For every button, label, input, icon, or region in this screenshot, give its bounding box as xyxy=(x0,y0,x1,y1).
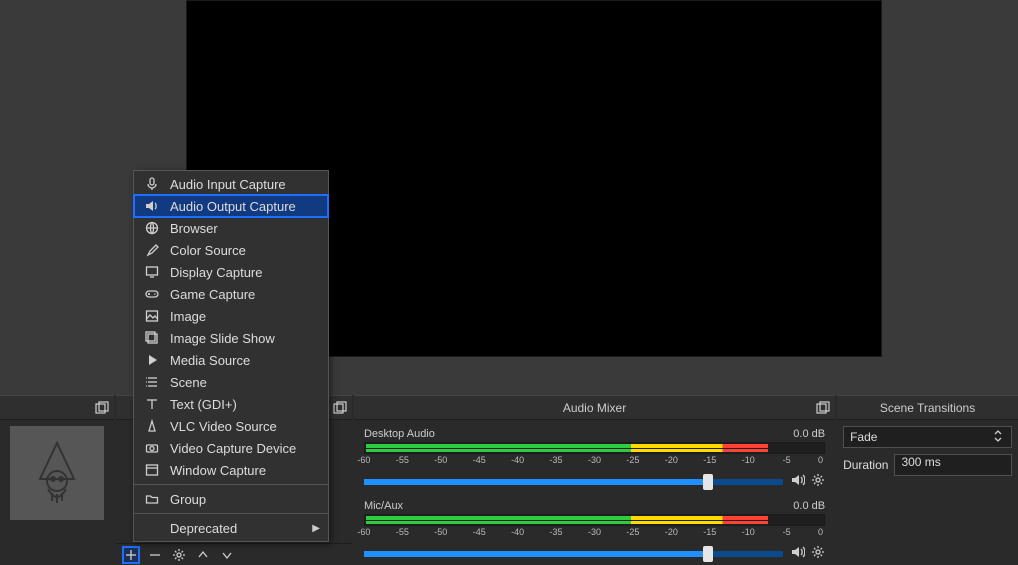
source-settings-button[interactable] xyxy=(170,546,188,564)
globe-icon xyxy=(144,221,160,235)
level-meter xyxy=(364,514,825,526)
move-up-button[interactable] xyxy=(194,546,212,564)
add-source-menu: Audio Input Capture Audio Output Capture… xyxy=(133,170,329,542)
text-icon xyxy=(144,397,160,411)
gear-icon[interactable] xyxy=(811,473,825,490)
channel-name: Desktop Audio xyxy=(364,428,435,440)
list-icon xyxy=(144,375,160,389)
camera-icon xyxy=(144,441,160,455)
menu-item-game-capture[interactable]: Game Capture xyxy=(134,283,328,305)
menu-item-label: Scene xyxy=(170,375,207,390)
menu-item-label: Color Source xyxy=(170,243,246,258)
menu-item-browser[interactable]: Browser xyxy=(134,217,328,239)
menu-item-image-slideshow[interactable]: Image Slide Show xyxy=(134,327,328,349)
popout-icon[interactable] xyxy=(815,400,831,416)
menu-item-label: Window Capture xyxy=(170,463,266,478)
popout-icon[interactable] xyxy=(332,400,348,416)
mixer-header: Audio Mixer xyxy=(354,396,835,420)
menu-item-group[interactable]: Group xyxy=(134,488,328,510)
menu-item-audio-output[interactable]: Audio Output Capture xyxy=(134,195,328,217)
menu-item-text-gdi[interactable]: Text (GDI+) xyxy=(134,393,328,415)
sources-toolbar xyxy=(116,543,352,565)
menu-item-label: Image xyxy=(170,309,206,324)
menu-item-video-capture[interactable]: Video Capture Device xyxy=(134,437,328,459)
menu-item-window-capture[interactable]: Window Capture xyxy=(134,459,328,481)
window-icon xyxy=(144,463,160,477)
menu-item-vlc-source[interactable]: VLC Video Source xyxy=(134,415,328,437)
updown-icon xyxy=(991,429,1005,446)
menu-item-label: Game Capture xyxy=(170,287,255,302)
popout-icon[interactable] xyxy=(94,400,110,416)
menu-item-label: Media Source xyxy=(170,353,250,368)
speaker-icon[interactable] xyxy=(791,473,805,490)
gear-icon[interactable] xyxy=(811,545,825,562)
audio-mixer-dock: Audio Mixer Desktop Audio 0.0 dB -60 -55… xyxy=(354,395,835,565)
menu-separator xyxy=(134,513,328,514)
channel-level: 0.0 dB xyxy=(793,500,825,512)
mixer-channel-desktop: Desktop Audio 0.0 dB -60 -55 -50 -45 -40… xyxy=(364,428,825,490)
menu-item-audio-input[interactable]: Audio Input Capture xyxy=(134,173,328,195)
menu-item-deprecated[interactable]: Deprecated ▶ xyxy=(134,517,328,539)
menu-item-color-source[interactable]: Color Source xyxy=(134,239,328,261)
volume-slider[interactable] xyxy=(364,551,783,557)
add-source-button[interactable] xyxy=(122,546,140,564)
scenes-header xyxy=(0,396,114,420)
monitor-icon xyxy=(144,265,160,279)
transitions-header: Scene Transitions xyxy=(837,396,1018,420)
menu-item-label: Image Slide Show xyxy=(170,331,275,346)
menu-item-label: Video Capture Device xyxy=(170,441,296,456)
scenes-dock xyxy=(0,395,114,565)
transitions-dock: Scene Transitions Fade Duration 300 ms xyxy=(837,395,1018,565)
play-icon xyxy=(144,353,160,367)
menu-item-image[interactable]: Image xyxy=(134,305,328,327)
speaker-icon xyxy=(144,199,160,213)
speaker-icon[interactable] xyxy=(791,545,805,562)
duration-label: Duration xyxy=(843,458,888,472)
brush-icon xyxy=(144,243,160,257)
move-down-button[interactable] xyxy=(218,546,236,564)
db-scale: -60 -55 -50 -45 -40 -35 -30 -25 -20 -15 … xyxy=(364,455,825,469)
level-meter xyxy=(364,442,825,454)
volume-slider[interactable] xyxy=(364,479,783,485)
menu-item-scene[interactable]: Scene xyxy=(134,371,328,393)
channel-level: 0.0 dB xyxy=(793,428,825,440)
mixer-channel-mic: Mic/Aux 0.0 dB -60 -55 -50 -45 -40 -35 -… xyxy=(364,500,825,562)
slideshow-icon xyxy=(144,331,160,345)
scene-thumbnail[interactable] xyxy=(10,426,104,520)
menu-item-label: Audio Input Capture xyxy=(170,177,286,192)
menu-item-label: Browser xyxy=(170,221,218,236)
menu-item-display-capture[interactable]: Display Capture xyxy=(134,261,328,283)
menu-item-label: Deprecated xyxy=(170,521,237,536)
mixer-title: Audio Mixer xyxy=(563,401,626,415)
menu-item-label: Group xyxy=(170,492,206,507)
transition-select[interactable]: Fade xyxy=(843,426,1012,448)
menu-separator xyxy=(134,484,328,485)
menu-item-label: Text (GDI+) xyxy=(170,397,237,412)
channel-name: Mic/Aux xyxy=(364,500,403,512)
chevron-right-icon: ▶ xyxy=(312,523,320,534)
transitions-title: Scene Transitions xyxy=(880,401,975,415)
menu-item-label: Display Capture xyxy=(170,265,263,280)
duration-input[interactable]: 300 ms xyxy=(894,454,1012,476)
transition-selected: Fade xyxy=(850,430,877,444)
folder-icon xyxy=(144,492,160,506)
gamepad-icon xyxy=(144,287,160,301)
remove-source-button[interactable] xyxy=(146,546,164,564)
menu-item-label: VLC Video Source xyxy=(170,419,277,434)
cone-icon xyxy=(144,419,160,433)
menu-item-label: Audio Output Capture xyxy=(170,199,296,214)
db-scale: -60 -55 -50 -45 -40 -35 -30 -25 -20 -15 … xyxy=(364,527,825,541)
microphone-icon xyxy=(144,177,160,191)
image-icon xyxy=(144,309,160,323)
menu-item-media-source[interactable]: Media Source xyxy=(134,349,328,371)
